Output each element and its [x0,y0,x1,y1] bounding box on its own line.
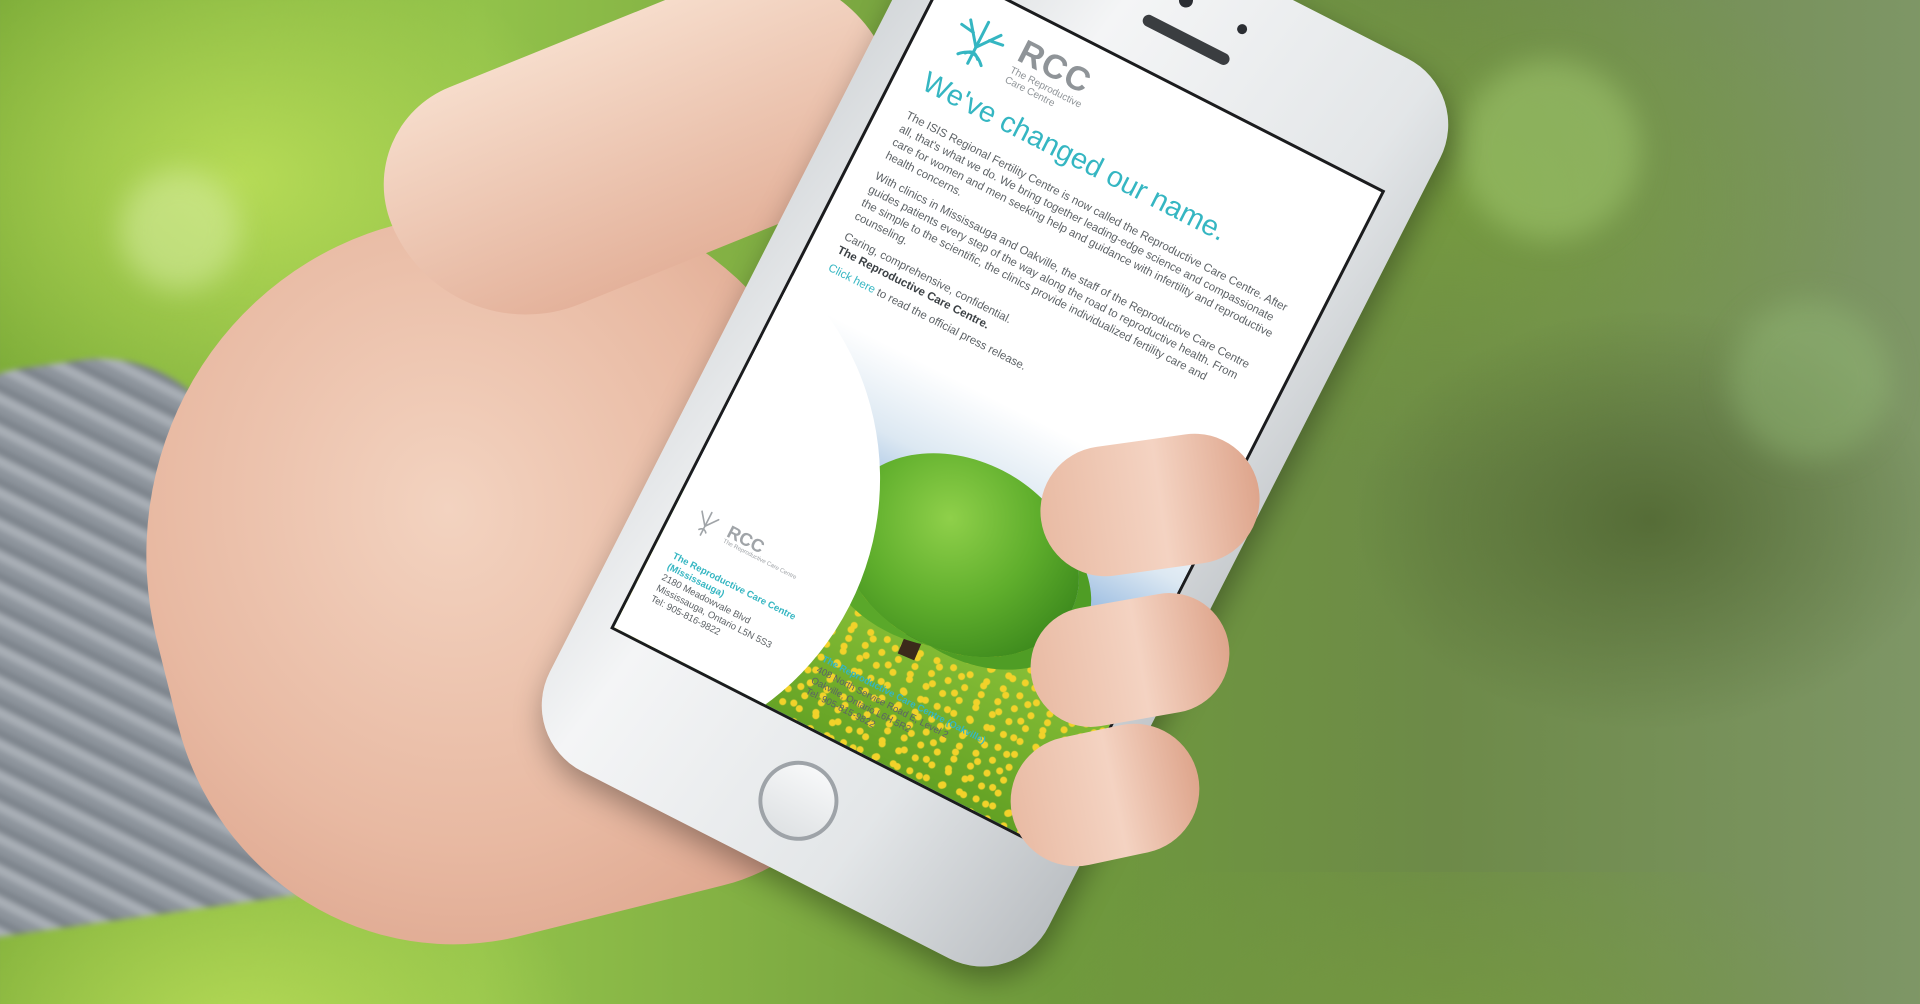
proximity-sensor [1235,22,1249,36]
earpiece-speaker [1140,12,1232,68]
home-button[interactable] [744,747,853,855]
tree-logo-icon [956,18,1005,68]
front-camera [1176,0,1196,10]
